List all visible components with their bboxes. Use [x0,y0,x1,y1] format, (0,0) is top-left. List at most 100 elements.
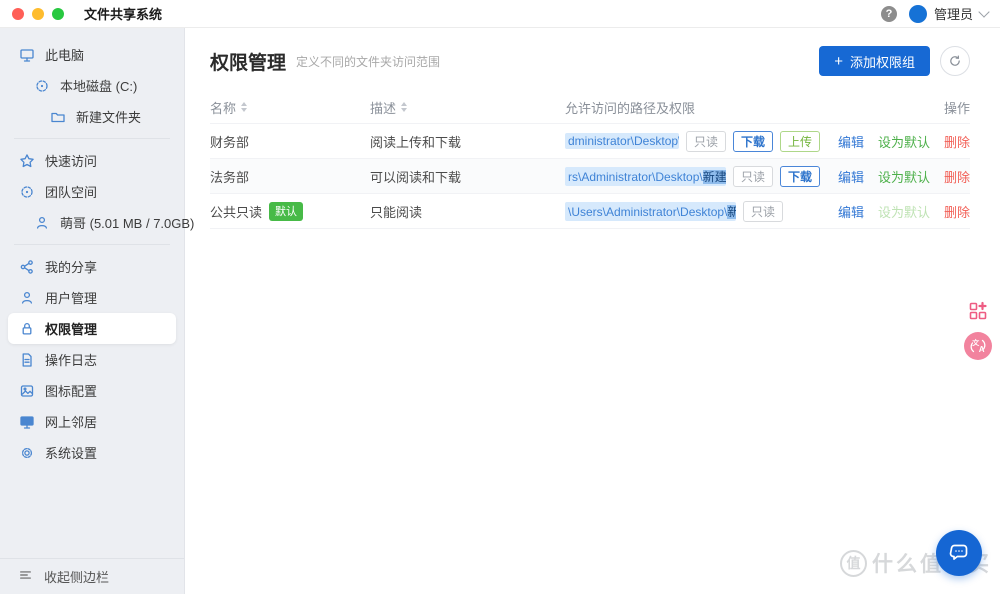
set-default-link[interactable]: 设为默认 [878,132,930,151]
delete-link[interactable]: 删除 [944,202,970,221]
sidebar: 此电脑 本地磁盘 (C:) 新建文件夹 [0,28,185,594]
perm-tag-download: 下载 [780,166,820,187]
group-name: 法务部 [210,167,249,186]
table-row: 公共只读 默认 只能阅读 \Users\Administrator\Deskto… [210,194,970,229]
sort-carets-icon [401,102,407,112]
translate-icon[interactable]: 文 A [964,332,992,360]
perm-tag-readonly: 只读 [743,201,783,222]
perm-tag-readonly: 只读 [686,131,726,152]
user-icon [18,289,35,306]
app-window: 文件共享系统 ? 管理员 此电脑 [0,0,1000,594]
path-chip: rs\Administrator\Desktop\新建 [565,167,726,186]
add-permission-group-button[interactable]: + 添加权限组 [819,46,930,76]
plus-icon: + [834,54,843,69]
svg-text:A: A [979,345,985,354]
header-name: 名称 [210,98,236,117]
delete-link[interactable]: 删除 [944,167,970,186]
lock-icon [18,320,35,337]
user-menu[interactable]: 管理员 [909,4,988,23]
sidebar-item-label: 图标配置 [45,381,97,400]
sidebar-item-quick-access[interactable]: 快速访问 [8,145,176,176]
sidebar-item-label: 团队空间 [45,182,97,201]
group-name: 公共只读 [210,202,262,221]
refresh-icon [948,54,962,68]
sidebar-item-my-shares[interactable]: 我的分享 [8,251,176,282]
chat-button[interactable] [936,530,982,576]
chat-bubble-icon [947,541,971,565]
gear-icon [18,444,35,461]
image-icon [18,382,35,399]
disk-icon [33,77,50,94]
group-name: 财务部 [210,132,249,151]
sidebar-item-this-pc[interactable]: 此电脑 [8,39,176,70]
document-icon [18,351,35,368]
collapse-sidebar-button[interactable]: 收起侧边栏 [0,558,184,594]
sidebar-item-team-space[interactable]: 团队空间 [8,176,176,207]
collapse-label: 收起侧边栏 [44,567,109,586]
sidebar-item-label: 权限管理 [45,319,97,338]
minimize-window-button[interactable] [32,8,44,20]
add-button-label: 添加权限组 [850,52,915,71]
folder-icon [49,108,66,125]
group-desc: 只能阅读 [370,205,422,220]
path-chip: \Users\Administrator\Desktop\新建文件 [565,202,736,221]
monitor-icon [18,46,35,63]
group-desc: 阅读上传和下载 [370,135,461,150]
edit-link[interactable]: 编辑 [838,202,864,221]
delete-link[interactable]: 删除 [944,132,970,151]
sidebar-item-permission-management[interactable]: 权限管理 [8,313,176,344]
edit-link[interactable]: 编辑 [838,167,864,186]
title-bar: 文件共享系统 ? 管理员 [0,0,1000,28]
sort-carets-icon [241,102,247,112]
header-desc: 描述 [370,98,396,117]
sidebar-item-user-quota[interactable]: 萌哥 (5.01 MB / 7.0GB) [8,207,176,238]
sidebar-item-user-management[interactable]: 用户管理 [8,282,176,313]
sidebar-item-label: 用户管理 [45,288,97,307]
table-row: 财务部 阅读上传和下载 dministrator\Desktop\ 只读 下载 … [210,124,970,159]
page-subtitle: 定义不同的文件夹访问范围 [296,53,440,70]
refresh-button[interactable] [940,46,970,76]
page-title: 权限管理 [210,48,286,75]
browser-extension-floaters: 文 A [964,301,992,360]
collapse-icon [18,568,33,585]
sidebar-item-operation-logs[interactable]: 操作日志 [8,344,176,375]
sidebar-item-label: 萌哥 (5.01 MB / 7.0GB) [60,213,194,232]
path-chip: dministrator\Desktop\ [565,133,679,149]
sidebar-item-label: 网上邻居 [45,412,97,431]
sidebar-item-new-folder[interactable]: 新建文件夹 [8,101,176,132]
sidebar-divider [14,244,170,245]
watermark-logo: 值 [840,550,867,577]
close-window-button[interactable] [12,8,24,20]
table-header-row: 名称 描述 允许访问的路径及权限 操作 [210,91,970,124]
default-badge: 默认 [269,202,303,221]
perm-tag-readonly: 只读 [733,166,773,187]
maximize-window-button[interactable] [52,8,64,20]
sidebar-item-local-disk-c[interactable]: 本地磁盘 (C:) [8,70,176,101]
app-title: 文件共享系统 [84,4,162,23]
sidebar-group-spaces: 快速访问 团队空间 萌哥 (5.01 MB / 7.0GB) [0,142,184,241]
share-icon [18,258,35,275]
group-desc: 可以阅读和下载 [370,170,461,185]
sidebar-divider [14,138,170,139]
sidebar-group-admin: 我的分享 用户管理 权限管理 [0,248,184,471]
sort-by-name[interactable]: 名称 [210,98,247,117]
main-content: 权限管理 定义不同的文件夹访问范围 + 添加权限组 [185,28,1000,594]
avatar [909,5,927,23]
sort-by-desc[interactable]: 描述 [370,98,565,117]
chevron-down-icon [978,6,989,17]
sidebar-item-icon-config[interactable]: 图标配置 [8,375,176,406]
sidebar-item-label: 我的分享 [45,257,97,276]
sidebar-item-label: 新建文件夹 [76,107,141,126]
set-default-link[interactable]: 设为默认 [878,167,930,186]
set-default-link-disabled[interactable]: 设为默认 [878,202,930,221]
perm-tag-download: 下载 [733,131,773,152]
window-controls [12,8,64,20]
sidebar-item-label: 系统设置 [45,443,97,462]
help-icon[interactable]: ? [881,6,897,22]
sidebar-item-label: 操作日志 [45,350,97,369]
sidebar-item-system-settings[interactable]: 系统设置 [8,437,176,468]
grid-plus-icon[interactable] [968,301,988,321]
edit-link[interactable]: 编辑 [838,132,864,151]
sidebar-item-network-neighborhood[interactable]: 网上邻居 [8,406,176,437]
header-actions: 操作 [944,98,970,117]
